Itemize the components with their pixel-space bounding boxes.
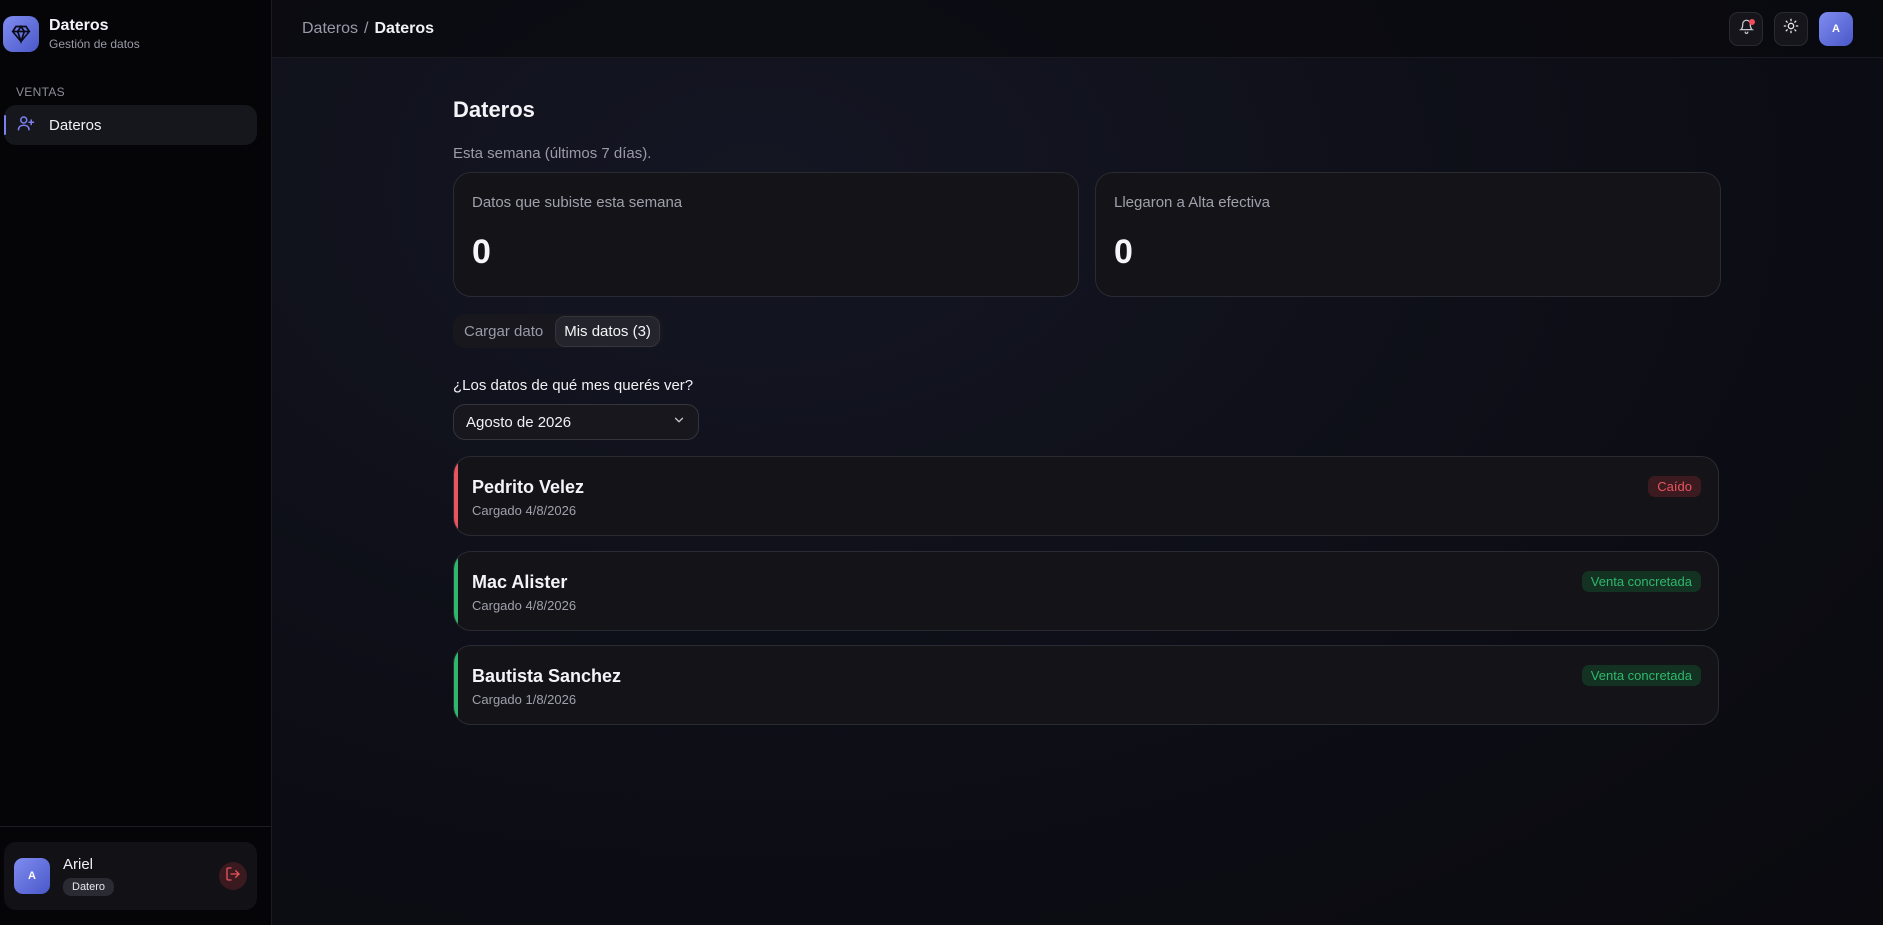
user-plus-icon xyxy=(17,114,35,137)
breadcrumb-separator: / xyxy=(364,19,369,37)
stat-label: Datos que subiste esta semana xyxy=(472,194,683,211)
logout-button[interactable] xyxy=(219,862,247,890)
month-select-value: Agosto de 2026 xyxy=(466,413,572,431)
divider xyxy=(0,826,271,827)
brand-subtitle: Gestión de datos xyxy=(49,37,140,51)
brand-title: Dateros xyxy=(49,17,109,34)
record-date: Cargado 4/8/2026 xyxy=(472,598,577,613)
record-name: Bautista Sanchez xyxy=(472,666,622,686)
list-item[interactable]: Pedrito Velez Cargado 4/8/2026 Caído xyxy=(453,456,1719,536)
status-edge xyxy=(454,646,458,724)
breadcrumb: Dateros / Dateros xyxy=(302,20,434,38)
theme-toggle-button[interactable] xyxy=(1774,11,1808,46)
breadcrumb-item[interactable]: Dateros xyxy=(302,20,358,38)
chevron-down-icon xyxy=(672,413,686,431)
role-badge: Datero xyxy=(63,878,115,896)
stat-card-alta-efectiva: Llegaron a Alta efectiva 0 xyxy=(1095,172,1721,297)
brand: Dateros Gestión de datos xyxy=(0,0,271,52)
tab-mis-datos[interactable]: Mis datos (3) xyxy=(555,315,660,347)
list-item[interactable]: Bautista Sanchez Cargado 1/8/2026 Venta … xyxy=(453,645,1719,725)
diamond-logo-icon xyxy=(3,16,39,52)
tabs: Cargar dato Mis datos (3) xyxy=(453,314,663,348)
main-area: Dateros / Dateros A Dateros Esta semana … xyxy=(272,0,1883,925)
record-name: Pedrito Velez xyxy=(472,477,585,497)
status-badge: Venta concretada xyxy=(1581,571,1701,592)
sun-icon xyxy=(1783,18,1799,39)
month-select[interactable]: Agosto de 2026 xyxy=(453,404,699,440)
sidebar-item-label: Dateros xyxy=(49,116,102,134)
stat-label: Llegaron a Alta efectiva xyxy=(1114,194,1270,211)
topbar: Dateros / Dateros A xyxy=(272,0,1883,58)
sidebar-item-dateros[interactable]: Dateros xyxy=(4,105,257,145)
status-badge: Caído xyxy=(1648,476,1701,497)
notifications-button[interactable] xyxy=(1729,11,1763,46)
status-badge: Venta concretada xyxy=(1581,665,1701,686)
user-name: Ariel xyxy=(63,856,94,873)
status-edge xyxy=(454,552,458,630)
app-root: Dateros Gestión de datos VENTAS Dateros … xyxy=(0,0,1883,925)
avatar[interactable]: A xyxy=(14,858,50,894)
list-item[interactable]: Mac Alister Cargado 4/8/2026 Venta concr… xyxy=(453,551,1719,631)
logout-icon xyxy=(225,866,241,887)
status-edge xyxy=(454,457,458,535)
stat-card-uploaded: Datos que subiste esta semana 0 xyxy=(453,172,1079,297)
week-label: Esta semana (últimos 7 días). xyxy=(453,145,652,162)
record-date: Cargado 4/8/2026 xyxy=(472,503,577,518)
record-name: Mac Alister xyxy=(472,572,568,592)
user-avatar-button[interactable]: A xyxy=(1819,11,1853,46)
breadcrumb-current: Dateros xyxy=(374,19,435,37)
sidebar: Dateros Gestión de datos VENTAS Dateros … xyxy=(0,0,272,925)
sidebar-section-label: VENTAS xyxy=(16,85,65,99)
month-question-label: ¿Los datos de qué mes querés ver? xyxy=(453,377,694,394)
notification-dot xyxy=(1749,18,1755,25)
user-card: A Ariel Datero xyxy=(4,842,257,910)
stat-value: 0 xyxy=(1114,233,1133,271)
tab-cargar-dato[interactable]: Cargar dato xyxy=(456,317,551,346)
record-date: Cargado 1/8/2026 xyxy=(472,692,577,707)
stat-value: 0 xyxy=(472,233,491,271)
page-title: Dateros xyxy=(453,97,535,122)
